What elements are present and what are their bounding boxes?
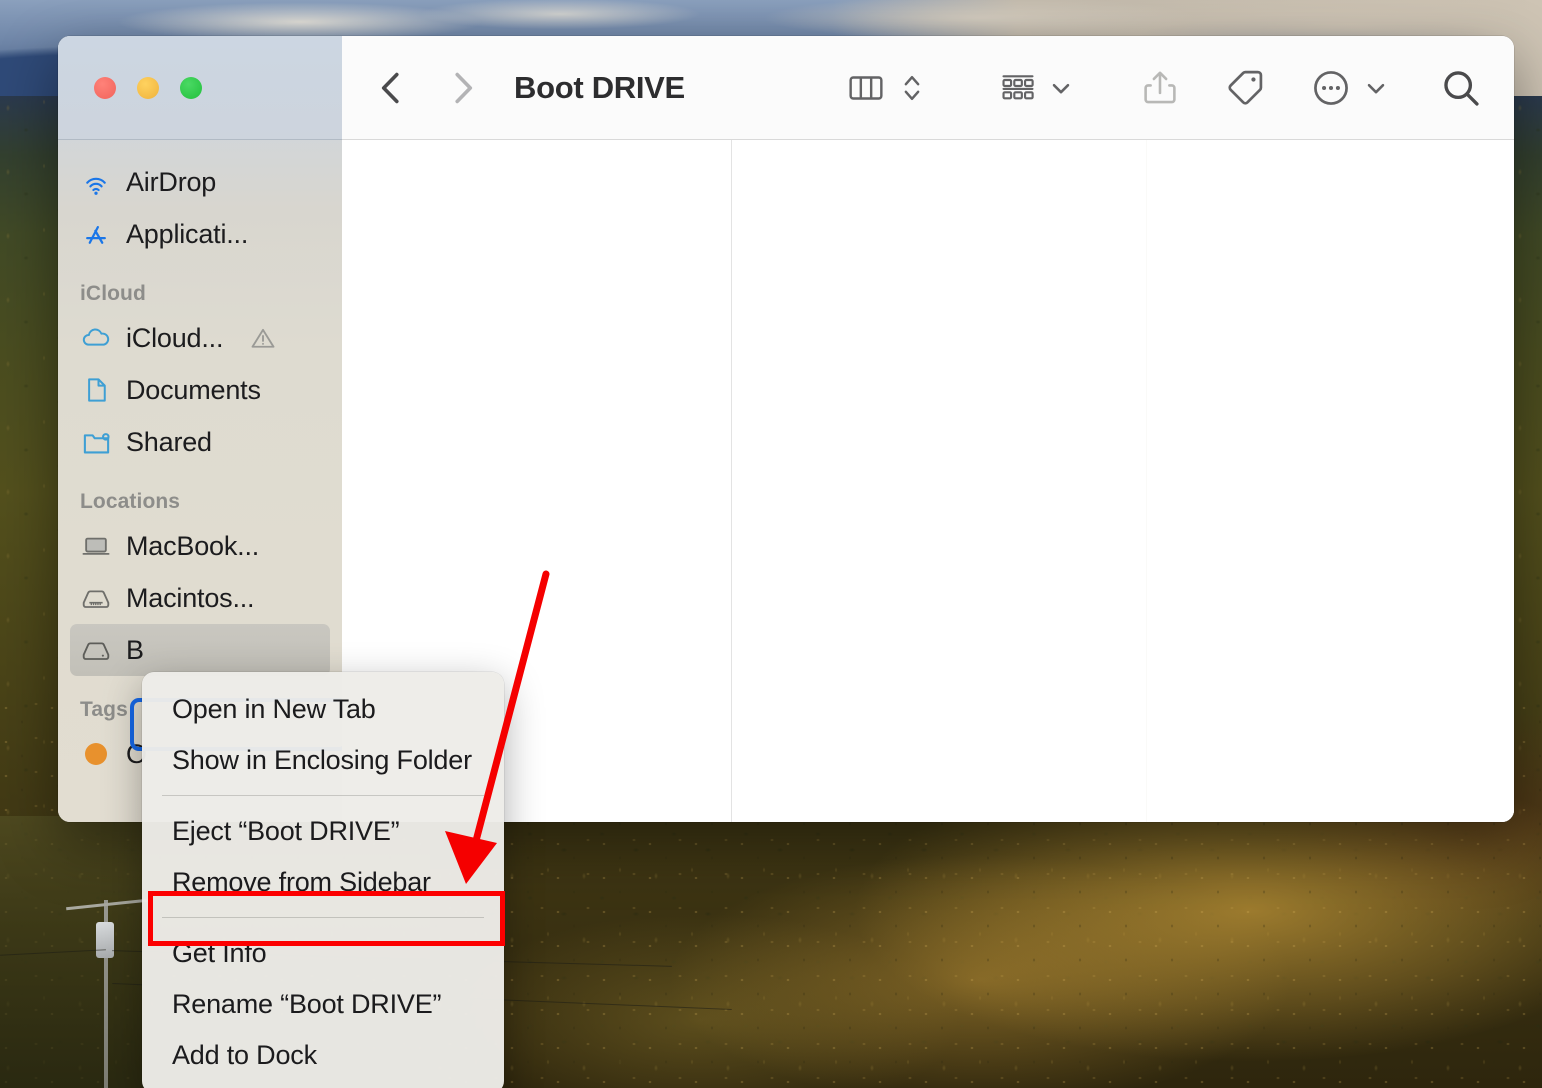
sidebar-item-label: MacBook... [126, 531, 259, 562]
share-icon[interactable] [1139, 67, 1181, 109]
sidebar-item-label: Shared [126, 427, 212, 458]
harddisk-icon [80, 634, 112, 667]
menu-item-show-in-enclosing-folder[interactable]: Show in Enclosing Folder [142, 735, 504, 786]
sidebar-item-icloud-drive[interactable]: iCloud... [70, 312, 330, 364]
sidebar-item-applications[interactable]: Applicati... [70, 208, 330, 260]
column-view-icon[interactable] [845, 67, 887, 109]
desktop-wallpaper: AirDrop Applicati... [0, 0, 1542, 1088]
tags-icon[interactable] [1223, 66, 1267, 110]
forward-button[interactable] [440, 65, 486, 111]
sidebar-item-documents[interactable]: Documents [70, 364, 330, 416]
sidebar-item-macbook[interactable]: MacBook... [70, 520, 330, 572]
tag-dot-icon [80, 743, 112, 765]
chevron-down-icon[interactable] [1047, 74, 1075, 102]
zoom-button[interactable] [180, 77, 202, 99]
context-menu: Open in New Tab Show in Enclosing Folder… [142, 672, 504, 1088]
window-title: Boot DRIVE [514, 70, 685, 106]
menu-item-open-in-new-tab[interactable]: Open in New Tab [142, 684, 504, 735]
minimize-button[interactable] [137, 77, 159, 99]
sidebar-item-airdrop[interactable]: AirDrop [70, 156, 330, 208]
more-actions-control[interactable] [1309, 66, 1390, 110]
menu-item-get-info[interactable]: Get Info [142, 928, 504, 979]
utility-pole-transformer [96, 922, 114, 958]
menu-item-eject[interactable]: Eject “Boot DRIVE” [142, 806, 504, 857]
close-button[interactable] [94, 77, 116, 99]
back-button[interactable] [368, 65, 414, 111]
sidebar-item-label: Macintos... [126, 583, 254, 614]
warning-triangle-icon [247, 324, 279, 352]
menu-item-remove-from-sidebar[interactable]: Remove from Sidebar [142, 857, 504, 908]
sidebar-item-label: B [126, 635, 144, 666]
finder-content: Boot DRIVE [342, 36, 1514, 822]
harddisk-icon [80, 582, 112, 615]
menu-separator [162, 917, 484, 918]
shared-folder-icon [80, 427, 112, 458]
sidebar-item-label: Applicati... [126, 219, 248, 250]
sidebar-item-label: AirDrop [126, 167, 216, 198]
document-icon [80, 375, 112, 405]
sidebar-section-locations: Locations [58, 468, 342, 520]
more-icon[interactable] [1309, 66, 1353, 110]
column-pane-2[interactable] [732, 140, 1147, 822]
column-pane-3[interactable] [1147, 140, 1514, 822]
view-mode-control[interactable] [845, 67, 925, 109]
group-items-icon[interactable] [998, 68, 1038, 108]
finder-toolbar: Boot DRIVE [342, 36, 1514, 140]
chevron-down-icon[interactable] [1362, 74, 1390, 102]
menu-separator [162, 795, 484, 796]
sidebar-item-boot-drive[interactable]: B [70, 624, 330, 676]
airdrop-icon [80, 167, 112, 197]
search-icon[interactable] [1438, 65, 1484, 111]
sidebar-section-icloud: iCloud [58, 260, 342, 312]
applications-icon [80, 219, 112, 249]
menu-item-add-to-dock[interactable]: Add to Dock [142, 1030, 504, 1081]
column-view-container [342, 140, 1514, 822]
group-items-control[interactable] [998, 68, 1075, 108]
sidebar-item-label: Documents [126, 375, 261, 406]
laptop-icon [80, 530, 112, 562]
sidebar-item-macintosh-hd[interactable]: Macintos... [70, 572, 330, 624]
sidebar-item-label: iCloud... [126, 323, 223, 354]
icloud-icon [80, 322, 112, 354]
menu-item-rename[interactable]: Rename “Boot DRIVE” [142, 979, 504, 1030]
view-stepper-icon[interactable] [899, 68, 925, 108]
window-titlebar [58, 36, 342, 140]
sidebar-item-shared[interactable]: Shared [70, 416, 330, 468]
